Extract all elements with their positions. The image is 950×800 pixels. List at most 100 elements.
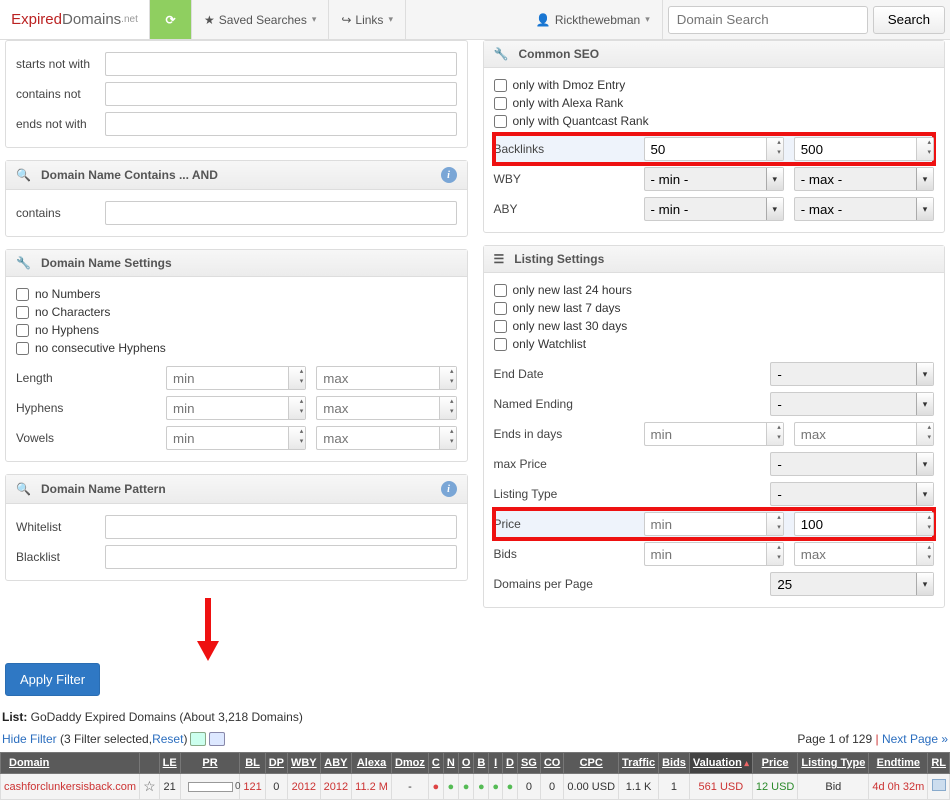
links-menu[interactable]: ↪Links <box>329 0 406 39</box>
apply-filter-button[interactable]: Apply Filter <box>5 663 100 696</box>
chk-no-consec-hyphens[interactable]: no consecutive Hyphens <box>16 339 457 357</box>
common-seo-panel: 🔧Common SEO only with Dmoz Entry only wi… <box>483 40 946 233</box>
dpp-select[interactable]: 25 <box>770 572 934 596</box>
panel-title: Domain Name Pattern <box>41 482 166 496</box>
annotation-arrow <box>5 593 468 663</box>
saved-searches-menu[interactable]: ★Saved Searches <box>192 0 329 39</box>
col-pr[interactable]: PR <box>202 757 217 769</box>
related-icon[interactable] <box>932 779 946 791</box>
brand-logo[interactable]: ExpiredDomains.net <box>0 0 150 39</box>
chk-dmoz[interactable]: only with Dmoz Entry <box>494 76 935 94</box>
wby-max[interactable]: - max - <box>794 167 934 191</box>
col-listing-type[interactable]: Listing Type <box>801 757 865 769</box>
starts-not-input[interactable] <box>105 52 456 76</box>
maxprice-select[interactable]: - <box>770 452 934 476</box>
col-wby[interactable]: WBY <box>291 757 317 769</box>
enddate-select[interactable]: - <box>770 362 934 386</box>
col-valuation[interactable]: Valuation <box>693 757 742 769</box>
chk-no-numbers[interactable]: no Numbers <box>16 285 457 303</box>
next-page-link[interactable]: Next Page » <box>882 732 948 746</box>
col-d[interactable]: D <box>506 757 514 769</box>
search-icon: 🔍 <box>16 482 31 496</box>
search-input[interactable] <box>668 6 868 34</box>
chk-no-chars[interactable]: no Characters <box>16 303 457 321</box>
col-alexa[interactable]: Alexa <box>357 757 386 769</box>
aby-max[interactable]: - max - <box>794 197 934 221</box>
ltype-select[interactable]: - <box>770 482 934 506</box>
col-bids[interactable]: Bids <box>662 757 686 769</box>
col-cpc[interactable]: CPC <box>580 757 603 769</box>
watch-star[interactable] <box>143 782 156 794</box>
whitelist-input[interactable] <box>105 515 456 539</box>
lbl-contains: contains <box>16 206 95 220</box>
domain-link[interactable]: cashforclunkersisback.com <box>4 781 136 793</box>
col-i[interactable]: I <box>494 757 497 769</box>
nav-active-icon[interactable]: ⟳ <box>150 0 192 39</box>
info-icon[interactable]: i <box>441 167 457 183</box>
chk-24h[interactable]: only new last 24 hours <box>494 281 935 299</box>
col-star[interactable] <box>140 753 160 774</box>
col-sg[interactable]: SG <box>521 757 537 769</box>
chk-no-hyphens[interactable]: no Hyphens <box>16 321 457 339</box>
col-c[interactable]: C <box>432 757 440 769</box>
price-min[interactable] <box>644 512 784 536</box>
wby-min[interactable]: - min - <box>644 167 784 191</box>
bids-min[interactable] <box>644 542 784 566</box>
length-max[interactable] <box>316 366 456 390</box>
contains-not-input[interactable] <box>105 82 456 106</box>
info-icon[interactable]: i <box>441 481 457 497</box>
col-domain[interactable]: Domain <box>9 757 49 769</box>
col-dp[interactable]: DP <box>269 757 284 769</box>
col-n[interactable]: N <box>447 757 455 769</box>
search-button[interactable]: Search <box>873 6 945 34</box>
col-price[interactable]: Price <box>762 757 789 769</box>
lbl-whitelist: Whitelist <box>16 520 95 534</box>
col-b[interactable]: B <box>477 757 485 769</box>
ends-not-input[interactable] <box>105 112 456 136</box>
col-co[interactable]: CO <box>544 757 561 769</box>
arrow-down-icon <box>193 593 223 663</box>
name-pattern-panel: 🔍 Domain Name Pattern i Whitelist Blacklis… <box>5 474 468 581</box>
bids-max[interactable] <box>794 542 934 566</box>
col-endtime[interactable]: Endtime <box>877 757 920 769</box>
col-traffic[interactable]: Traffic <box>622 757 655 769</box>
hide-filter-link[interactable]: Hide Filter <box>2 732 57 746</box>
aby-min[interactable]: - min - <box>644 197 784 221</box>
lbl-endsin: Ends in days <box>494 427 634 441</box>
lbl-dpp: Domains per Page <box>494 577 634 591</box>
col-rl[interactable]: RL <box>931 757 946 769</box>
contains-input[interactable] <box>105 201 456 225</box>
user-menu[interactable]: 👤Rickthewebman <box>524 0 663 39</box>
col-le[interactable]: LE <box>163 757 177 769</box>
backlinks-min[interactable] <box>644 137 784 161</box>
hyphens-max[interactable] <box>316 396 456 420</box>
wrench-icon: 🔧 <box>16 256 31 270</box>
hyphens-min[interactable] <box>166 396 306 420</box>
col-o[interactable]: O <box>462 757 471 769</box>
col-aby[interactable]: ABY <box>324 757 347 769</box>
length-min[interactable] <box>166 366 306 390</box>
chk-30d[interactable]: only new last 30 days <box>494 317 935 335</box>
col-bl[interactable]: BL <box>245 757 260 769</box>
table-row[interactable]: cashforclunkersisback.com 21 121 0 2012 … <box>1 774 950 800</box>
named-select[interactable]: - <box>770 392 934 416</box>
backlinks-max[interactable] <box>794 137 934 161</box>
chk-alexa[interactable]: only with Alexa Rank <box>494 94 935 112</box>
reset-link[interactable]: Reset <box>152 732 183 746</box>
lbl-starts-not: starts not with <box>16 57 95 71</box>
vowels-max[interactable] <box>316 426 456 450</box>
page-indicator: Page 1 of 129 <box>797 732 872 746</box>
blacklist-input[interactable] <box>105 545 456 569</box>
endsin-min[interactable] <box>644 422 784 446</box>
export-xls-icon[interactable] <box>190 732 206 746</box>
chk-7d[interactable]: only new last 7 days <box>494 299 935 317</box>
endsin-max[interactable] <box>794 422 934 446</box>
chk-watchlist[interactable]: only Watchlist <box>494 335 935 353</box>
col-dmoz[interactable]: Dmoz <box>395 757 425 769</box>
vowels-min[interactable] <box>166 426 306 450</box>
price-max[interactable] <box>794 512 934 536</box>
lbl-blacklist: Blacklist <box>16 550 95 564</box>
top-nav: ExpiredDomains.net ⟳ ★Saved Searches ↪Li… <box>0 0 950 40</box>
save-icon[interactable] <box>209 732 225 746</box>
chk-quantcast[interactable]: only with Quantcast Rank <box>494 112 935 130</box>
